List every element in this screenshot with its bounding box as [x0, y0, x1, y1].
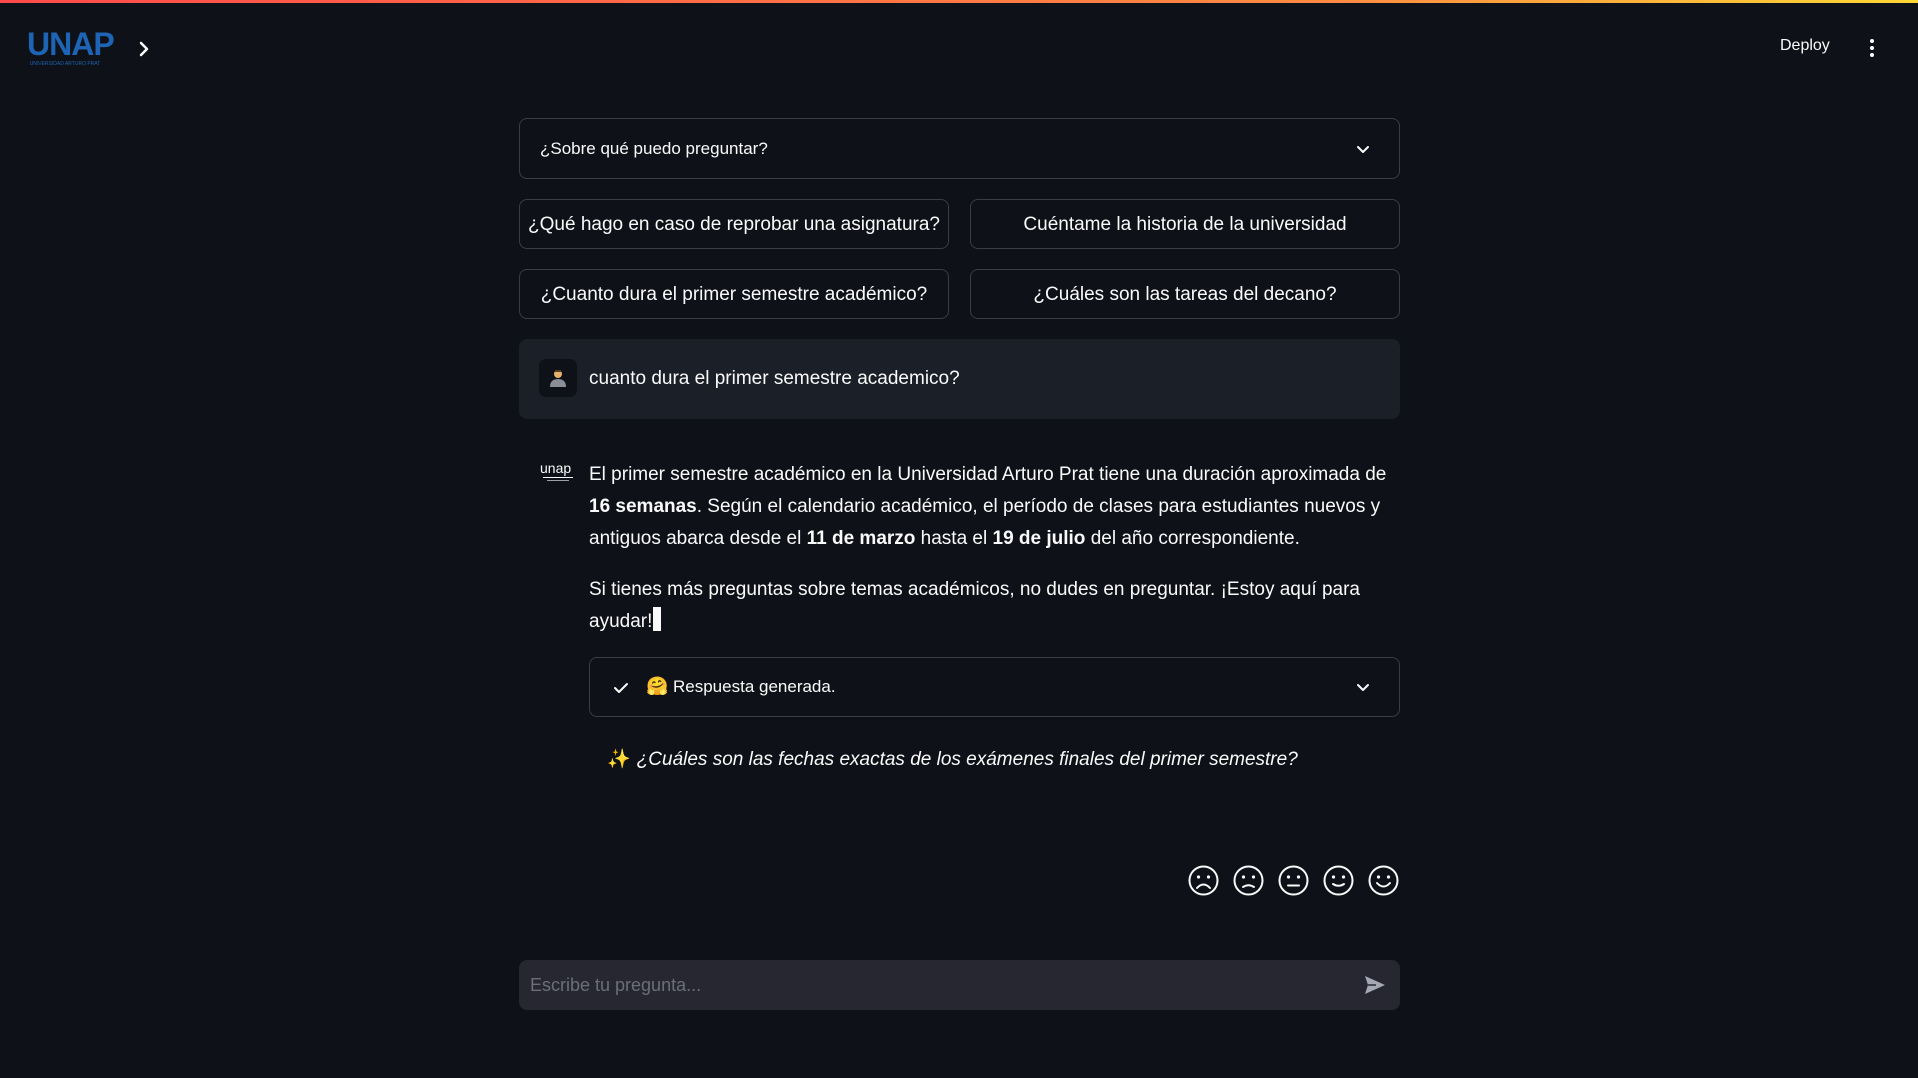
expander-label: ¿Sobre qué puedo preguntar? — [540, 139, 768, 158]
para2-text: Si tienes más preguntas sobre temas acad… — [589, 579, 1361, 632]
vertical-dots-icon — [1870, 39, 1874, 57]
user-avatar-icon — [539, 359, 577, 397]
face-neutral-icon[interactable] — [1277, 864, 1310, 897]
followup-suggestion[interactable]: ✨ ¿Cuáles son las fechas exactas de los e… — [607, 747, 1400, 771]
svg-text:unap: unap — [540, 460, 571, 476]
hugging-face-emoji: 🤗 — [646, 676, 669, 696]
chevron-down-icon — [1357, 684, 1369, 691]
assistant-chat-message: unap El primer semestre académico en la … — [519, 459, 1400, 925]
para1-text-1: El primer semestre académico en la Unive… — [589, 464, 1387, 485]
checkmark-icon — [614, 683, 628, 693]
suggestion-button-semestre[interactable]: ¿Cuanto dura el primer semestre académic… — [519, 269, 949, 319]
face-sad-icon[interactable] — [1232, 864, 1265, 897]
suggestion-button-historia[interactable]: Cuéntame la historia de la universidad — [970, 199, 1400, 249]
suggestion-button-decano[interactable]: ¿Cuáles son las tareas del decano? — [970, 269, 1400, 319]
assistant-message-body: El primer semestre académico en la Unive… — [589, 459, 1400, 771]
para1-bold-end-date: 19 de julio — [992, 528, 1086, 549]
send-icon[interactable] — [1362, 972, 1388, 998]
followup-text: ¿Cuáles son las fechas exactas de los ex… — [636, 749, 1298, 770]
logo-subtext: UNIVERSIDAD ARTURO PRAT — [29, 61, 101, 67]
unap-logo-icon: unap — [539, 459, 579, 491]
user-chat-message: cuanto dura el primer semestre academico… — [519, 339, 1400, 419]
face-happy-icon[interactable] — [1322, 864, 1355, 897]
sparkles-icon: ✨ — [607, 749, 631, 770]
suggestion-buttons: ¿Qué hago en caso de reprobar una asigna… — [519, 199, 1400, 319]
face-very-happy-icon[interactable] — [1367, 864, 1400, 897]
main-menu-button[interactable] — [1860, 33, 1884, 63]
assistant-paragraph-1: El primer semestre académico en la Unive… — [589, 459, 1400, 555]
chevron-down-icon — [1357, 146, 1369, 153]
app-header: UNAP UNIVERSIDAD ARTURO PRAT Deploy — [0, 3, 1918, 89]
response-status-expander[interactable]: 🤗 Respuesta generada. — [589, 657, 1400, 717]
deploy-button[interactable]: Deploy — [1772, 31, 1838, 61]
faq-expander[interactable]: ¿Sobre qué puedo preguntar? — [519, 118, 1400, 179]
suggestion-button-reprobar[interactable]: ¿Qué hago en caso de reprobar una asigna… — [519, 199, 949, 249]
assistant-paragraph-2: Si tienes más preguntas sobre temas acad… — [589, 574, 1400, 638]
sidebar-expand-button[interactable] — [130, 35, 158, 63]
user-message-text: cuanto dura el primer semestre academico… — [589, 368, 960, 389]
typing-cursor — [653, 607, 662, 631]
chevron-right-icon — [139, 41, 149, 57]
para1-text-3: hasta el — [915, 528, 993, 549]
feedback-faces — [1187, 864, 1400, 897]
logo-text: UNAP — [27, 26, 115, 62]
para1-text-4: del año correspondiente. — [1085, 528, 1300, 549]
main-content: ¿Sobre qué puedo preguntar? ¿Qué hago en… — [519, 118, 1400, 925]
face-very-sad-icon[interactable] — [1187, 864, 1220, 897]
chat-input-bar — [519, 960, 1400, 1010]
chat-input[interactable] — [519, 960, 1319, 1010]
para1-bold-weeks: 16 semanas — [589, 496, 697, 517]
para1-bold-start-date: 11 de marzo — [806, 528, 916, 549]
status-text: Respuesta generada. — [673, 677, 836, 696]
unap-logo: UNAP UNIVERSIDAD ARTURO PRAT — [27, 27, 117, 75]
